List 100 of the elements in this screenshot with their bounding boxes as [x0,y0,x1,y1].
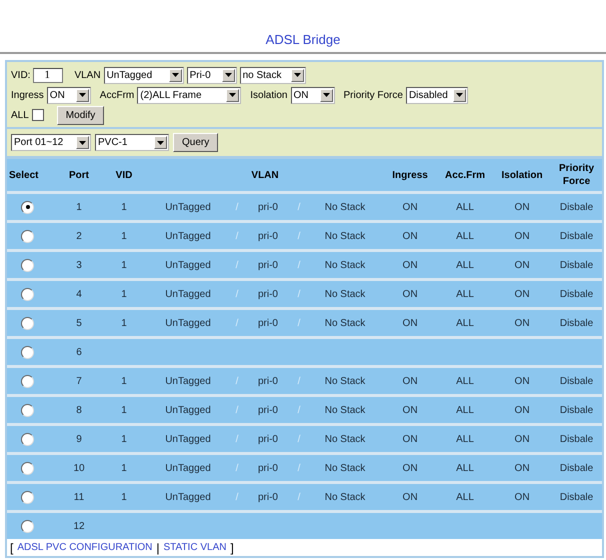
table-cell: pri-0 [258,260,278,270]
vid-field[interactable]: 1 [33,68,64,82]
table-cell: ALL [456,492,474,502]
pvc-dropdown[interactable]: PVC-1 [95,134,169,151]
table-cell: Disbale [560,260,594,270]
table-cell: No Stack [324,492,366,502]
table-cell: 6 [76,346,82,358]
select-radio[interactable] [21,200,34,214]
table-cell: 1 [121,318,127,328]
table-cell: Disbale [560,462,594,474]
vlan-label: VLAN [74,70,101,80]
table-cell: ON [402,462,418,474]
table-cell: ON [402,492,418,502]
footer-link[interactable]: ADSL PVC CONFIGURATION [17,542,152,553]
separator-slash: / [298,318,300,328]
table-cell: ON [402,434,418,444]
select-radio[interactable] [21,346,34,358]
table-cell: pri-0 [258,202,278,212]
table-cell: ON [514,318,530,328]
column-header: Select [7,159,57,191]
table-cell: ALL [456,202,474,212]
select-radio[interactable] [21,230,34,242]
separator-slash: / [236,434,238,444]
bracket: ] [230,540,234,554]
all-label: ALL [11,110,29,120]
accfrm-dropdown[interactable]: (2)ALL Frame [137,86,242,104]
separator-slash: / [236,202,238,212]
table-cell: ALL [456,404,474,416]
isolation-dropdown[interactable]: ON [290,86,334,104]
table-cell: 1 [121,202,127,212]
table-cell: 10 [73,462,85,474]
column-header: Isolation [493,159,552,191]
table-cell: 8 [76,404,82,416]
table-cell: 2 [76,230,82,242]
table-cell: No Stack [324,288,366,300]
table-cell: Disbale [560,492,594,502]
separator-slash: / [236,462,238,474]
table-cell: UnTagged [165,318,211,328]
table-cell: 1 [121,288,127,300]
table-cell: 1 [121,376,127,386]
table-cell: 4 [76,288,82,300]
caret-icon [320,88,332,102]
table-cell: ALL [456,288,474,300]
table-cell: UnTagged [165,288,211,300]
select-radio[interactable] [21,432,34,446]
table-cell: Disbale [560,404,594,416]
table-cell: ON [514,202,530,212]
column-header: Ingress [383,159,438,191]
table-cell: pri-0 [258,434,278,444]
table-cell: No Stack [324,202,366,212]
select-radio[interactable] [21,258,34,272]
table-cell: ON [514,462,530,474]
stack-dropdown[interactable]: no Stack [240,66,306,84]
modify-button[interactable]: Modify [56,106,104,124]
table-cell: ON [402,230,418,242]
isolation-label: Isolation [250,90,288,100]
table-cell: pri-0 [258,462,278,474]
select-radio[interactable] [21,316,34,330]
table-cell: No Stack [324,376,366,386]
vlan-dropdown[interactable]: UnTagged [104,66,184,84]
query-button[interactable]: Query [173,133,218,152]
table-cell: pri-0 [258,376,278,386]
priority-force-dropdown[interactable]: Disabled [406,86,468,104]
table-cell: 12 [73,520,85,532]
table-cell: ON [514,230,530,242]
separator-slash: / [298,462,300,474]
port-range-dropdown[interactable]: Port 01~12 [11,134,91,151]
vid-label: VID: [11,70,30,80]
separator-slash: / [236,260,238,270]
table-cell: 1 [121,230,127,242]
select-radio[interactable] [21,462,34,474]
select-radio[interactable] [21,404,34,416]
caret-icon [168,68,182,82]
separator-slash: / [236,404,238,416]
separator-slash: / [236,230,238,242]
table-cell: UnTagged [165,230,211,242]
priority-dropdown[interactable]: Pri-0 [186,66,237,84]
column-header: Acc.Frm [437,159,494,191]
select-radio[interactable] [21,374,34,388]
table-cell: ON [402,288,418,300]
separator-slash: / [298,376,300,386]
table-cell: No Stack [324,318,366,328]
table-cell: UnTagged [165,260,211,270]
table-cell: UnTagged [165,376,211,386]
caret-icon [452,88,466,102]
table-cell: ON [514,260,530,270]
select-radio[interactable] [21,490,34,504]
ingress-dropdown[interactable]: ON [46,86,91,104]
table-cell: 1 [76,202,82,212]
footer-link[interactable]: STATIC VLAN [163,542,226,553]
all-checkbox[interactable] [32,109,44,121]
table-cell: ON [402,318,418,328]
separator-slash: / [298,492,300,502]
table-cell: UnTagged [165,462,211,474]
table-cell: ON [402,376,418,386]
table-cell: ON [514,434,530,444]
table-cell: pri-0 [258,404,278,416]
table-cell: pri-0 [258,230,278,242]
select-radio[interactable] [21,288,34,300]
select-radio[interactable] [21,520,34,532]
